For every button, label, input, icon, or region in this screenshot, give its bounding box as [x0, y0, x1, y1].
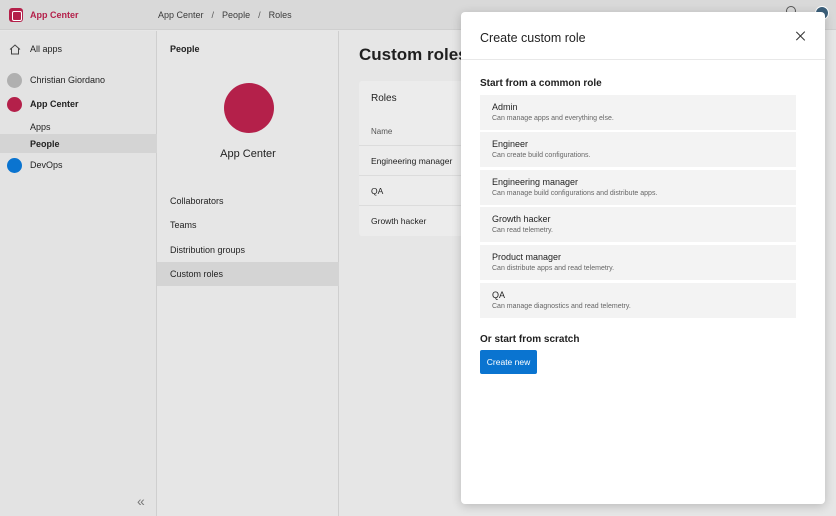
- sidebar-item-devops[interactable]: DevOps: [0, 155, 157, 175]
- brand-name[interactable]: App Center: [30, 10, 79, 20]
- org-name: App Center: [220, 148, 276, 160]
- sidebar-item-all-apps[interactable]: All apps: [0, 39, 157, 59]
- role-description: Can manage build configurations and dist…: [492, 190, 658, 197]
- org-avatar: [7, 96, 22, 112]
- sidebar-item-user[interactable]: Christian Giordano: [0, 70, 157, 90]
- people-title: People: [170, 44, 200, 54]
- role-name: Engineering manager: [492, 177, 579, 187]
- create-new-button[interactable]: Create new: [480, 350, 537, 374]
- org-avatar-large: [224, 83, 274, 133]
- role-option-engineer[interactable]: Engineer Can create build configurations…: [480, 132, 796, 167]
- breadcrumb-people[interactable]: People: [222, 10, 250, 20]
- collapse-sidebar-icon[interactable]: «: [137, 493, 145, 509]
- sidebar-item-org[interactable]: App Center: [0, 94, 157, 114]
- breadcrumb: App Center / People / Roles: [158, 10, 292, 20]
- people-panel: People App Center Collaborators Teams Di…: [157, 31, 339, 516]
- user-avatar: [7, 72, 22, 88]
- sidebar-item-label: DevOps: [30, 160, 63, 170]
- menu-item-collaborators[interactable]: Collaborators: [157, 189, 339, 213]
- page-title: Custom roles: [359, 45, 468, 64]
- breadcrumb-separator: /: [258, 10, 261, 20]
- card-title: Roles: [371, 93, 397, 104]
- breadcrumb-app-center[interactable]: App Center: [158, 10, 204, 20]
- breadcrumb-roles[interactable]: Roles: [269, 10, 292, 20]
- role-option-engineering-manager[interactable]: Engineering manager Can manage build con…: [480, 170, 796, 205]
- org-avatar: [7, 157, 22, 173]
- menu-item-distribution-groups[interactable]: Distribution groups: [157, 238, 339, 262]
- sidebar-item-apps[interactable]: Apps: [30, 122, 51, 132]
- role-option-product-manager[interactable]: Product manager Can distribute apps and …: [480, 245, 796, 280]
- menu-item-custom-roles[interactable]: Custom roles: [157, 262, 339, 286]
- role-option-admin[interactable]: Admin Can manage apps and everything els…: [480, 95, 796, 130]
- sidebar-item-people[interactable]: People: [30, 139, 60, 149]
- home-icon: [9, 43, 21, 54]
- column-header-name[interactable]: Name: [371, 127, 392, 136]
- role-description: Can create build configurations.: [492, 152, 591, 159]
- menu-item-teams[interactable]: Teams: [157, 213, 339, 237]
- close-icon[interactable]: [794, 29, 808, 43]
- role-name: Engineer: [492, 139, 529, 149]
- active-item-highlight: [0, 134, 157, 153]
- role-description: Can manage diagnostics and read telemetr…: [492, 303, 631, 310]
- role-name: QA: [492, 290, 506, 300]
- role-name: Product manager: [492, 252, 562, 262]
- create-custom-role-dialog: Create custom role Start from a common r…: [461, 12, 825, 504]
- role-description: Can read telemetry.: [492, 227, 553, 234]
- app-center-logo-icon[interactable]: [9, 8, 23, 22]
- common-role-heading: Start from a common role: [480, 78, 602, 89]
- sidebar-item-label: Christian Giordano: [30, 75, 106, 85]
- scratch-heading: Or start from scratch: [480, 334, 580, 345]
- breadcrumb-separator: /: [211, 10, 215, 20]
- role-description: Can manage apps and everything else.: [492, 115, 614, 122]
- role-name: Growth hacker: [492, 214, 551, 224]
- role-name: Admin: [492, 102, 518, 112]
- sidebar: All apps Christian Giordano App Center A…: [0, 31, 157, 516]
- dialog-title: Create custom role: [480, 31, 586, 45]
- sidebar-item-label: All apps: [30, 44, 63, 54]
- role-description: Can distribute apps and read telemetry.: [492, 265, 615, 272]
- sidebar-item-label: App Center: [30, 99, 79, 109]
- role-option-qa[interactable]: QA Can manage diagnostics and read telem…: [480, 283, 796, 318]
- role-option-growth-hacker[interactable]: Growth hacker Can read telemetry.: [480, 207, 796, 242]
- divider: [461, 59, 825, 60]
